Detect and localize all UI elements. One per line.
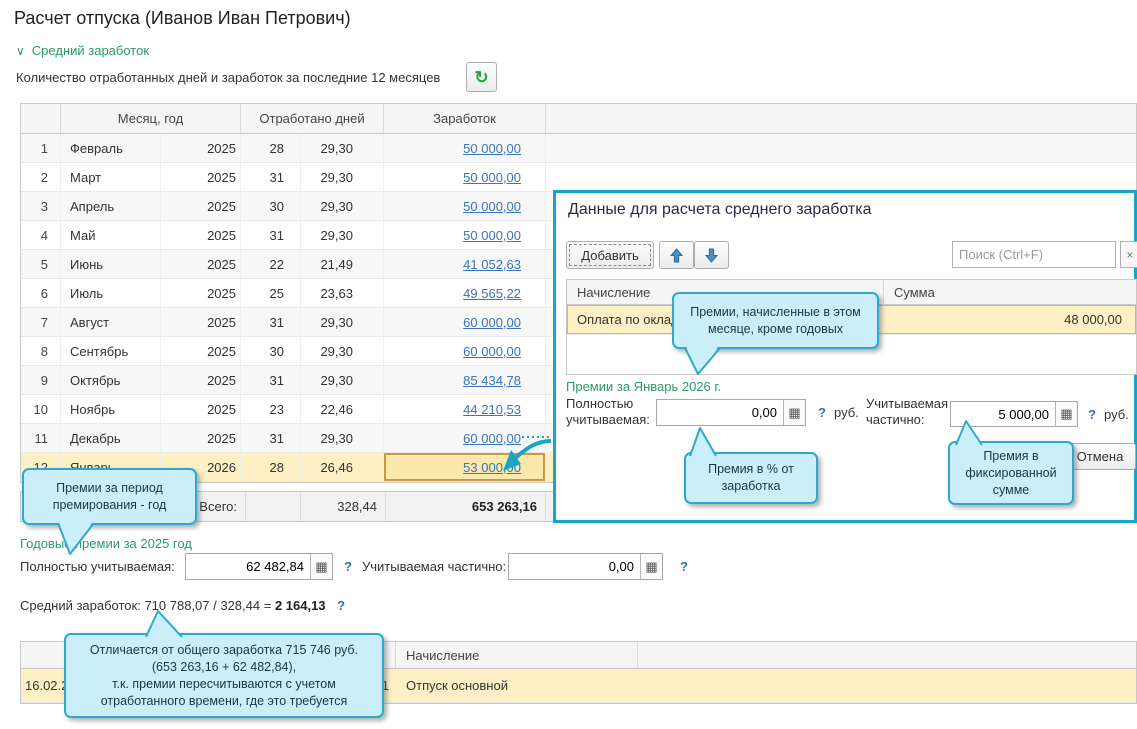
earnings-link[interactable]: 60 000,00 (463, 344, 521, 359)
currency-label: руб. (834, 405, 859, 420)
earnings-link[interactable]: 60 000,00 (463, 315, 521, 330)
col-sum[interactable]: Сумма (884, 280, 1136, 304)
dialog-bonus-link[interactable]: Премии за Январь 2026 г. (566, 379, 721, 394)
dialog-partial-input[interactable]: 5 000,00 ▦ (950, 401, 1078, 427)
totals-coef: 328,44 (301, 492, 386, 521)
callout-bonus-period: Премии за период премирования - год (22, 468, 197, 525)
arrow-down-icon (705, 248, 718, 263)
earnings-link[interactable]: 50 000,00 (463, 170, 521, 185)
earnings-link[interactable]: 41 052,63 (463, 257, 521, 272)
chevron-down-icon: ∨ (16, 44, 25, 58)
annual-bonus-link[interactable]: Годовые премии за 2025 год (20, 536, 192, 551)
help-icon[interactable]: ? (1088, 407, 1096, 422)
earnings-link[interactable]: 44 210,53 (463, 402, 521, 417)
callout-earnings-difference: Отличается от общего заработка 715 746 р… (64, 633, 384, 718)
average-formula: Средний заработок: 710 788,07 / 328,44 = (20, 598, 275, 613)
earnings-link[interactable]: 49 565,22 (463, 286, 521, 301)
dialog-full-label-line1: Полностью (566, 396, 634, 411)
calculator-icon[interactable]: ▦ (640, 554, 662, 579)
callout-monthly-bonuses: Премии, начисленные в этом месяце, кроме… (672, 292, 879, 349)
vacation-calculation-window: Расчет отпуска (Иванов Иван Петрович) ∨ С… (0, 0, 1137, 729)
refresh-button[interactable]: ↻ (466, 62, 497, 92)
calculator-icon[interactable]: ▦ (783, 400, 805, 425)
help-icon[interactable]: ? (680, 559, 688, 574)
annual-full-label: Полностью учитываемая: (20, 559, 175, 574)
earnings-link[interactable]: 50 000,00 (463, 141, 521, 156)
earnings-link[interactable]: 53 000,00 (463, 460, 521, 475)
average-earnings-group[interactable]: ∨ Средний заработок (16, 43, 149, 58)
annual-full-input[interactable]: 62 482,84 ▦ (185, 553, 333, 580)
clear-search-button[interactable]: × (1120, 241, 1137, 268)
average-result: 2 164,13 (274, 598, 326, 613)
search-input[interactable] (952, 241, 1116, 268)
col-days-worked[interactable]: Отработано дней (241, 104, 384, 133)
earnings-link[interactable]: 50 000,00 (463, 199, 521, 214)
accrual-name: Отпуск основной (396, 669, 638, 702)
annual-partial-input[interactable]: 0,00 ▦ (508, 553, 663, 580)
col-month-year[interactable]: Месяц, год (61, 104, 241, 133)
refresh-icon: ↻ (474, 67, 489, 87)
arrow-up-icon (670, 247, 683, 262)
dialog-partial-label-line1: Учитываемая (866, 396, 949, 411)
dialog-title: Данные для расчета среднего заработка (568, 201, 872, 218)
dialog-full-label-line2: учитываемая: (566, 412, 650, 427)
add-button[interactable]: Добавить (566, 241, 654, 269)
calculator-icon[interactable]: ▦ (310, 554, 332, 579)
help-icon[interactable]: ? (337, 598, 345, 613)
annual-partial-label: Учитываемая частично: (362, 559, 507, 574)
table-caption: Количество отработанных дней и заработок… (16, 70, 441, 85)
earnings-table-header: Месяц, год Отработано дней Заработок (21, 104, 1136, 134)
table-row[interactable]: 2 Март 2025 31 29,30 50 000,00 (21, 163, 1136, 192)
callout-fixed-bonus: Премия в фиксированной сумме (948, 441, 1074, 505)
earnings-link[interactable]: 50 000,00 (463, 228, 521, 243)
calculator-icon[interactable]: ▦ (1055, 402, 1077, 426)
selected-cell: 53 000,00 (384, 453, 546, 481)
dialog-full-input[interactable]: 0,00 ▦ (656, 399, 806, 426)
move-down-button[interactable] (694, 241, 729, 269)
average-earnings-line: Средний заработок: 710 788,07 / 328,44 =… (20, 598, 345, 613)
page-title: Расчет отпуска (Иванов Иван Петрович) (14, 8, 351, 28)
col-earnings[interactable]: Заработок (384, 104, 546, 133)
help-icon[interactable]: ? (818, 405, 826, 420)
callout-percent-bonus: Премия в % от заработка (684, 452, 818, 504)
move-up-button[interactable] (659, 241, 694, 269)
dialog-accrual-sum: 48 000,00 (1064, 312, 1122, 327)
table-row[interactable]: 1 Февраль 2025 28 29,30 50 000,00 (21, 134, 1136, 163)
totals-amount: 653 263,16 (386, 492, 546, 521)
earnings-link[interactable]: 85 434,78 (463, 373, 521, 388)
average-earnings-group-label: Средний заработок (31, 43, 150, 58)
help-icon[interactable]: ? (344, 559, 352, 574)
dialog-partial-label-line2: частично: (866, 412, 925, 427)
earnings-link[interactable]: 60 000,00 (463, 431, 521, 446)
currency-label: руб. (1104, 407, 1129, 422)
col-accrual[interactable]: Начисление (396, 642, 638, 668)
cancel-button[interactable]: Отмена (1064, 443, 1136, 470)
